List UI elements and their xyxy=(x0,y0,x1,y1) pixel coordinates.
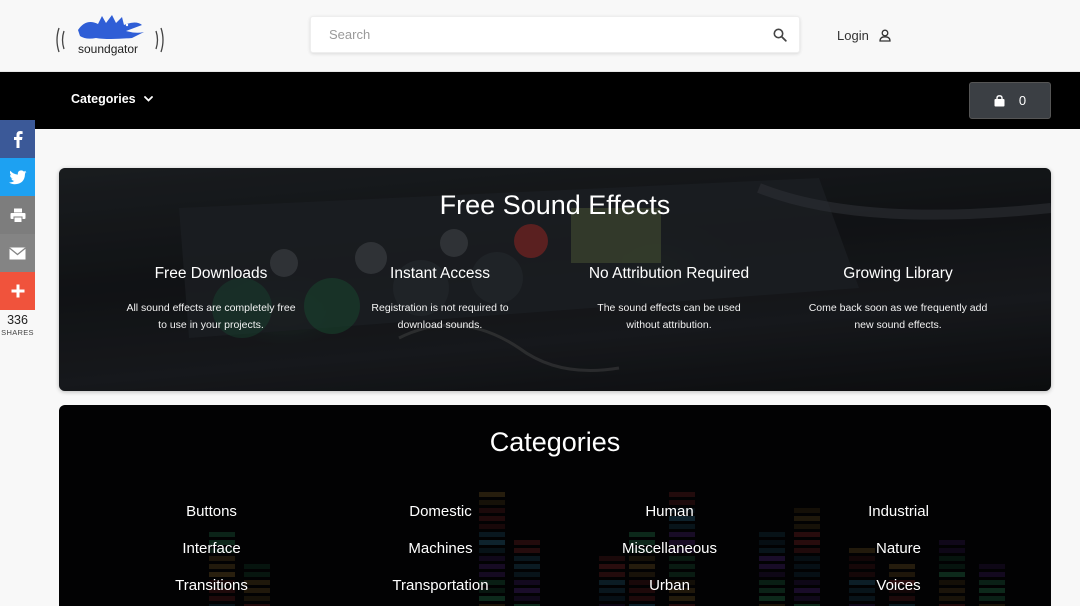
feature-title: No Attribution Required xyxy=(588,265,750,282)
logo-text: soundgator xyxy=(78,42,139,56)
feature-growing-library: Growing Library Come back soon as we fre… xyxy=(788,265,1008,334)
equalizer-bar-segment xyxy=(479,492,505,497)
feature-description: All sound effects are completely free to … xyxy=(126,302,296,331)
share-email-button[interactable] xyxy=(0,234,35,272)
hero-title: Free Sound Effects xyxy=(439,190,671,220)
feature-free-downloads: Free Downloads All sound effects are com… xyxy=(101,265,321,334)
feature-title: Instant Access xyxy=(390,265,490,282)
share-counter: 336 SHARES xyxy=(0,313,35,337)
search-input[interactable] xyxy=(311,17,751,52)
hero-banner: Free Sound Effects Free Downloads All so… xyxy=(59,168,1051,391)
share-count-number: 336 xyxy=(7,313,28,327)
feature-no-attribution: No Attribution Required The sound effect… xyxy=(559,265,779,334)
facebook-icon xyxy=(13,131,23,148)
search-icon[interactable] xyxy=(773,28,787,42)
feature-instant-access: Instant Access Registration is not requi… xyxy=(330,265,550,334)
category-link[interactable]: Voices xyxy=(784,577,1013,597)
twitter-icon xyxy=(8,169,26,184)
category-link[interactable]: Buttons xyxy=(97,503,326,523)
user-icon xyxy=(879,29,891,42)
share-twitter-button[interactable] xyxy=(0,158,35,196)
share-print-button[interactable] xyxy=(0,196,35,234)
feature-description: Come back soon as we frequently add new s… xyxy=(808,302,988,331)
category-link[interactable]: Nature xyxy=(784,540,1013,560)
category-link[interactable]: Domestic xyxy=(326,503,555,523)
category-link[interactable]: Interface xyxy=(97,540,326,560)
shopping-bag-icon xyxy=(994,94,1005,106)
share-facebook-button[interactable] xyxy=(0,120,35,158)
category-link[interactable]: Miscellaneous xyxy=(555,540,784,560)
site-header: soundgator Login xyxy=(0,0,1080,72)
feature-description: Registration is not required to download … xyxy=(371,302,509,331)
categories-dropdown[interactable]: Categories xyxy=(71,92,153,106)
cart-button[interactable]: 0 xyxy=(969,82,1051,119)
category-link[interactable]: Human xyxy=(555,503,784,523)
printer-icon xyxy=(10,208,25,223)
category-link[interactable]: Industrial xyxy=(784,503,1013,523)
login-link[interactable]: Login xyxy=(837,27,891,43)
category-list: Buttons Domestic Human Industrial Interf… xyxy=(97,503,1013,597)
feature-title: Growing Library xyxy=(843,265,953,282)
cart-count: 0 xyxy=(1018,93,1027,108)
category-link[interactable]: Transitions xyxy=(97,577,326,597)
chevron-down-icon xyxy=(143,96,153,102)
search-box xyxy=(310,16,800,53)
login-label: Login xyxy=(837,27,869,43)
categories-section: Categories Buttons Domestic Human Indust… xyxy=(59,405,1051,606)
category-link[interactable]: Transportation xyxy=(326,577,555,597)
site-logo[interactable]: soundgator xyxy=(56,10,164,62)
categories-dropdown-label: Categories xyxy=(71,92,136,106)
envelope-icon xyxy=(9,246,26,259)
categories-title: Categories xyxy=(489,427,621,457)
equalizer-bar-segment xyxy=(669,492,695,497)
plus-icon xyxy=(11,284,24,298)
category-link[interactable]: Urban xyxy=(555,577,784,597)
feature-title: Free Downloads xyxy=(154,265,268,282)
share-count-label: SHARES xyxy=(1,328,34,337)
share-sidebar: 336 SHARES xyxy=(0,120,35,337)
share-more-button[interactable] xyxy=(0,272,35,310)
category-link[interactable]: Machines xyxy=(326,540,555,560)
main-nav: Categories 0 xyxy=(0,72,1080,129)
feature-description: The sound effects can be used without att… xyxy=(597,302,741,331)
